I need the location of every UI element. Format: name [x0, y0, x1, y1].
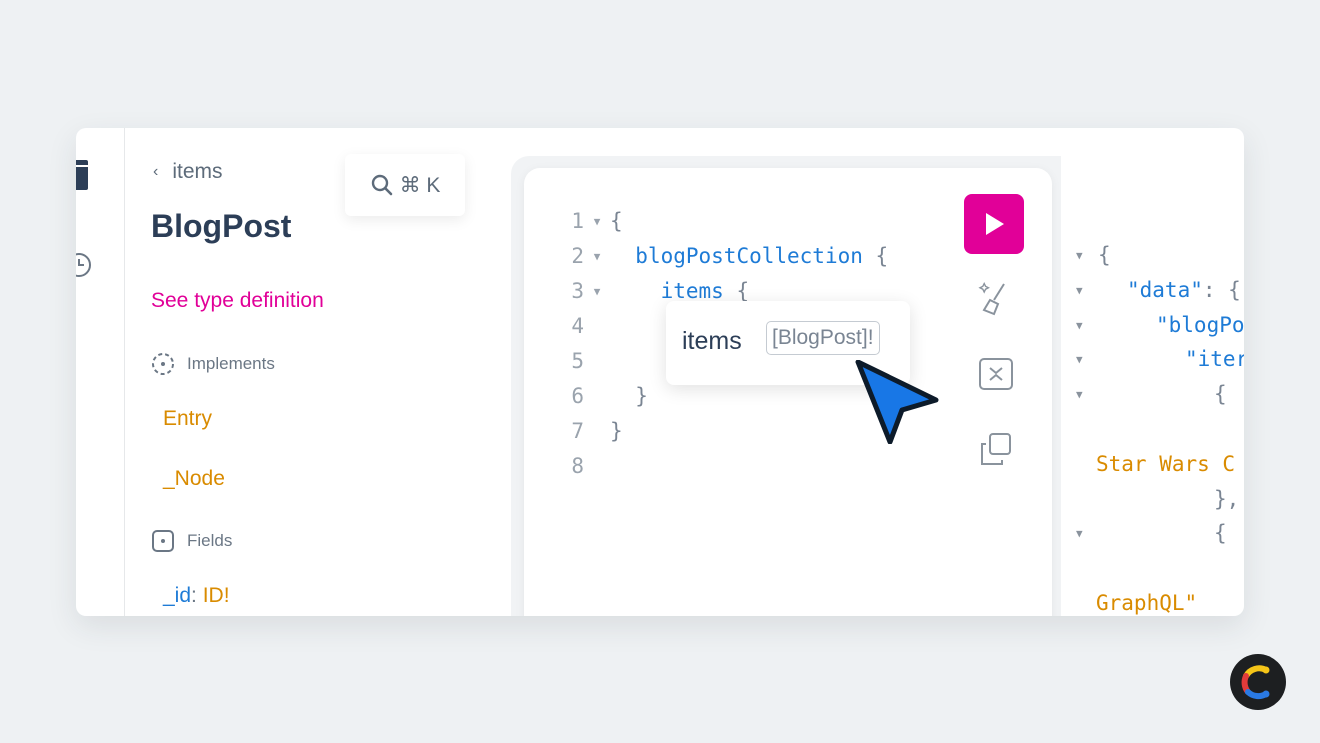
type-title: BlogPost	[151, 208, 292, 244]
tooltip-field-name: items	[682, 327, 742, 355]
implements-icon	[152, 353, 174, 375]
line-number: 2	[571, 244, 584, 268]
history-icon[interactable]	[76, 250, 94, 285]
line-number: 5	[571, 349, 584, 373]
line-number: 4	[571, 314, 584, 338]
play-icon	[986, 213, 1004, 235]
code-token: blogPostCollection	[635, 244, 863, 268]
fold-toggle-icon[interactable]: ▼	[584, 204, 610, 239]
result-token: {	[1098, 243, 1111, 267]
line-number: 1	[571, 209, 584, 233]
result-fold-icon[interactable]: ▼	[1076, 308, 1083, 343]
merge-fragments-button[interactable]	[976, 354, 1016, 399]
fold-toggle-icon[interactable]	[584, 414, 610, 449]
line-number: 3	[571, 279, 584, 303]
fold-toggle-icon[interactable]	[584, 344, 610, 379]
docs-icon[interactable]	[76, 158, 92, 197]
code-token: }	[635, 384, 648, 408]
result-token: "	[1243, 556, 1244, 580]
mouse-pointer-icon	[854, 359, 944, 449]
merge-icon	[979, 358, 1013, 390]
implements-label: Implements	[187, 354, 275, 373]
contentful-logo-icon	[1230, 654, 1286, 710]
interface-link-entry[interactable]: Entry	[163, 407, 212, 431]
interface-link-node[interactable]: _Node	[163, 467, 225, 491]
code-token: {	[610, 209, 623, 233]
result-token: {	[1214, 382, 1227, 407]
fold-toggle-icon[interactable]	[584, 309, 610, 344]
result-token: "blogPo	[1156, 312, 1244, 337]
code-line[interactable]: 7}	[564, 414, 888, 449]
result-token: },	[1214, 486, 1240, 511]
copy-query-button[interactable]	[976, 430, 1016, 475]
see-type-definition-link[interactable]: See type definition	[151, 289, 324, 313]
search-shortcut: ⌘ K	[399, 173, 441, 197]
result-token: {	[1214, 521, 1227, 546]
search-icon	[371, 174, 392, 196]
code-line[interactable]: 1 ▼{	[564, 204, 888, 239]
result-token: Star Wars C	[1096, 451, 1236, 476]
back-link-label: items	[172, 160, 223, 183]
field-type-link[interactable]: ID!	[203, 584, 230, 607]
field-colon: :	[191, 584, 197, 607]
fields-icon	[152, 530, 174, 552]
back-link[interactable]: ‹ items	[153, 160, 223, 184]
documentation-explorer: ‹ items BlogPost See type definition Imp…	[125, 128, 511, 616]
chevron-left-icon: ‹	[153, 163, 159, 180]
field-name[interactable]: _id	[163, 584, 191, 607]
sidebar-rail	[76, 128, 125, 616]
tooltip-field-type[interactable]: [BlogPost]!	[766, 321, 880, 355]
fields-label: Fields	[187, 531, 233, 550]
line-number: 6	[571, 384, 584, 408]
result-token: GraphQL"	[1096, 591, 1198, 615]
result-fold-icon[interactable]: ▼	[1076, 516, 1083, 551]
magic-broom-icon	[978, 282, 1005, 316]
prettify-button[interactable]	[976, 278, 1016, 323]
query-editor[interactable]: 1 ▼{2 ▼ blogPostCollection {3 ▼ items {4 5 6 …	[524, 168, 1052, 616]
result-token: "	[1243, 417, 1244, 441]
fold-toggle-icon[interactable]	[584, 379, 610, 414]
fold-toggle-icon[interactable]: ▼	[584, 239, 610, 274]
result-token: "iter	[1185, 347, 1244, 372]
graphiql-window: ‹ items BlogPost See type definition Imp…	[76, 128, 1244, 616]
code-token: }	[610, 419, 623, 443]
field-id[interactable]: _id: ID!	[163, 584, 230, 608]
result-fold-icon[interactable]: ▼	[1076, 273, 1083, 308]
result-fold-icon[interactable]: ▼	[1076, 342, 1083, 377]
fields-section-header: Fields	[151, 529, 232, 553]
result-fold-icon[interactable]: ▼	[1076, 377, 1083, 412]
code-punctuation: {	[862, 244, 889, 268]
code-line[interactable]: 8	[564, 449, 888, 484]
search-button[interactable]: ⌘ K	[345, 154, 465, 216]
copy-icon	[981, 433, 1011, 465]
result-fold-icon[interactable]: ▼	[1076, 238, 1083, 273]
fold-toggle-icon[interactable]	[584, 449, 610, 484]
result-token: "data"	[1127, 277, 1203, 302]
result-token: : {	[1202, 277, 1241, 302]
implements-section-header: Implements	[151, 352, 275, 376]
fold-toggle-icon[interactable]: ▼	[584, 274, 610, 309]
run-query-button[interactable]	[964, 194, 1024, 254]
line-number: 7	[571, 419, 584, 443]
code-line[interactable]: 2 ▼ blogPostCollection {	[564, 239, 888, 274]
line-number: 8	[571, 454, 584, 478]
